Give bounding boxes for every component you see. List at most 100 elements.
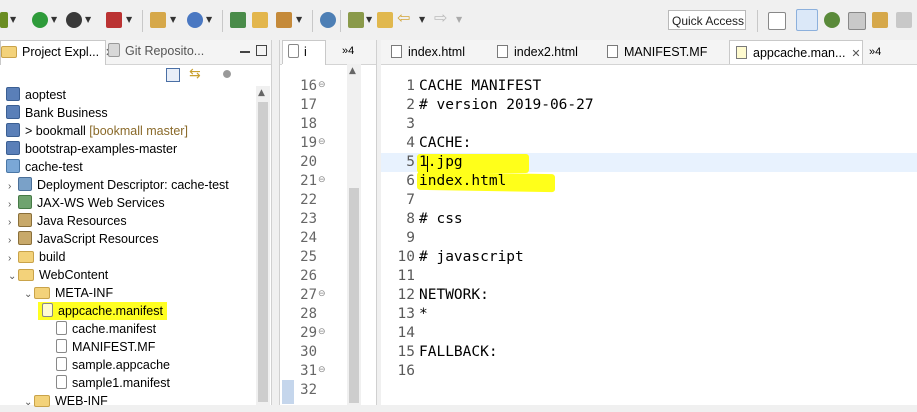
line-number: 29 <box>300 325 317 341</box>
chevron-down-icon[interactable]: ⌄ <box>8 268 18 286</box>
secondary-editor-scrollbar[interactable]: ▲ <box>347 64 361 405</box>
tab-label: index2.html <box>514 45 578 59</box>
code-line[interactable]: 1.jpg <box>419 153 463 172</box>
code-line[interactable]: CACHE: <box>419 134 471 153</box>
tree-item-appcache-manifest[interactable]: appcache.manifest <box>38 302 167 320</box>
tree-item-cache-manifest[interactable]: cache.manifest <box>56 320 156 338</box>
code-line[interactable]: # version 2019-06-27 <box>419 96 594 115</box>
tree-item-build[interactable]: › build <box>8 248 65 266</box>
chevron-down-icon[interactable]: ▼ <box>51 12 57 28</box>
code-line[interactable]: FALLBACK: <box>419 343 498 362</box>
server-icon[interactable] <box>106 12 122 28</box>
tree-item-label: cache.manifest <box>72 322 157 336</box>
fold-toggle-icon[interactable]: ⊖ <box>318 137 326 147</box>
tree-item-bookmall[interactable]: > bookmall [bookmall master] <box>6 122 188 140</box>
fold-toggle-icon[interactable]: ⊖ <box>318 365 326 375</box>
fold-toggle-icon[interactable]: ⊖ <box>318 175 326 185</box>
project-explorer-icon <box>1 46 17 58</box>
tree-item-jax-ws[interactable]: › JAX-WS Web Services <box>8 194 165 212</box>
annotation-icon[interactable] <box>348 12 364 28</box>
scrollbar-thumb[interactable] <box>349 188 359 403</box>
collapse-all-icon[interactable] <box>166 68 180 82</box>
tab-appcache-manifest[interactable]: appcache.man... ✕ <box>729 40 863 64</box>
chevron-down-icon[interactable]: ▼ <box>366 12 372 28</box>
tab-git-repositories[interactable]: Git Reposito... <box>108 40 228 64</box>
tree-item-cache-test[interactable]: cache-test <box>6 158 83 176</box>
overflow-tabs[interactable]: »4 <box>342 40 354 64</box>
git-perspective-icon[interactable] <box>848 12 866 30</box>
forward-arrow-icon[interactable]: ⇨ <box>434 10 447 26</box>
tree-item-meta-inf[interactable]: ⌄ META-INF <box>24 284 113 302</box>
last-edit-icon[interactable] <box>377 12 393 28</box>
close-icon[interactable]: ✕ <box>851 48 860 60</box>
link-with-editor-icon[interactable]: ⇆ <box>189 66 201 82</box>
line-number: 11 <box>397 268 415 284</box>
scroll-up-icon[interactable]: ▲ <box>258 88 265 98</box>
chevron-down-icon[interactable]: ▼ <box>419 12 425 28</box>
team-perspective-icon[interactable] <box>896 12 912 28</box>
code-line[interactable]: NETWORK: <box>419 286 489 305</box>
view-menu-icon[interactable] <box>220 68 234 80</box>
open-folder-icon[interactable] <box>252 12 268 28</box>
main-toolbar: ▼ ▼ ▼ ▼ ▼ ▼ ▼ ▼ ⇦ ▼ ⇨ ▼ Quick Access <box>0 0 917 40</box>
settings-dropdown-icon[interactable] <box>0 12 8 28</box>
quick-access-field[interactable]: Quick Access <box>668 10 746 30</box>
code-line[interactable]: index.html <box>419 172 506 191</box>
folder-open-icon <box>34 287 50 299</box>
tools-icon[interactable] <box>276 12 292 28</box>
chevron-down-icon[interactable]: ▼ <box>10 12 16 28</box>
tree-item-java-resources[interactable]: › Java Resources <box>8 212 127 230</box>
new-wizard-icon[interactable] <box>150 12 166 28</box>
globe-icon[interactable] <box>320 12 336 28</box>
tree-item-javascript-resources[interactable]: › JavaScript Resources <box>8 230 159 248</box>
code-line[interactable]: CACHE MANIFEST <box>419 77 541 96</box>
tree-item-manifest-mf[interactable]: MANIFEST.MF <box>56 338 155 356</box>
fold-toggle-icon[interactable]: ⊖ <box>318 80 326 90</box>
fold-toggle-icon[interactable]: ⊖ <box>318 289 326 299</box>
tree-item-bank-business[interactable]: Bank Business <box>6 104 108 122</box>
code-line[interactable]: * <box>419 305 428 324</box>
tree-item-aoptest[interactable]: aoptest <box>6 86 66 104</box>
chevron-down-icon[interactable]: ▼ <box>206 12 212 28</box>
debug-perspective-icon[interactable] <box>824 12 840 28</box>
chevron-down-icon[interactable]: ▼ <box>456 12 462 28</box>
chevron-down-icon[interactable]: ⌄ <box>24 394 34 412</box>
tab-manifest-mf[interactable]: MANIFEST.MF <box>607 40 707 64</box>
line-number: 25 <box>300 249 317 265</box>
tree-item-webcontent[interactable]: ⌄ WebContent <box>8 266 108 284</box>
code-line[interactable]: # css <box>419 210 463 229</box>
minimize-icon[interactable] <box>240 51 250 53</box>
java-perspective-icon[interactable] <box>872 12 888 28</box>
tab-index2-html[interactable]: index2.html <box>497 40 578 64</box>
debug-icon[interactable] <box>66 12 82 28</box>
tree-item-deployment-descriptor[interactable]: › Deployment Descriptor: cache-test <box>8 176 229 194</box>
chevron-down-icon[interactable]: ▼ <box>296 12 302 28</box>
tab-project-explorer[interactable]: Project Expl...✕ <box>0 40 114 65</box>
open-perspective-icon[interactable] <box>768 12 786 30</box>
highlight-marker: appcache.manifest <box>38 302 167 320</box>
maximize-icon[interactable] <box>256 45 267 56</box>
scroll-up-icon[interactable]: ▲ <box>349 66 356 76</box>
code-line[interactable]: # javascript <box>419 248 524 267</box>
chevron-down-icon[interactable]: ▼ <box>126 12 132 28</box>
java-ee-perspective-icon[interactable] <box>796 9 818 31</box>
tree-item-web-inf[interactable]: ⌄ WEB-INF <box>24 392 108 410</box>
chevron-down-icon[interactable]: ⌄ <box>24 286 34 304</box>
scrollbar-thumb[interactable] <box>258 102 268 402</box>
open-type-icon[interactable] <box>230 12 246 28</box>
explorer-scrollbar[interactable]: ▲ <box>256 86 270 405</box>
tree-item-bootstrap-examples[interactable]: bootstrap-examples-master <box>6 140 177 158</box>
tab-secondary-file[interactable]: i <box>282 40 326 65</box>
java-resources-icon <box>18 213 32 227</box>
tab-index-html[interactable]: index.html <box>391 40 465 64</box>
tab-label: index.html <box>408 45 465 59</box>
chevron-down-icon[interactable]: ▼ <box>170 12 176 28</box>
back-arrow-icon[interactable]: ⇦ <box>397 10 410 26</box>
chevron-down-icon[interactable]: ▼ <box>85 12 91 28</box>
run-icon[interactable] <box>32 12 48 28</box>
tree-item-sample-appcache[interactable]: sample.appcache <box>56 356 170 374</box>
tree-item-sample1-manifest[interactable]: sample1.manifest <box>56 374 170 392</box>
new-java-class-icon[interactable] <box>187 12 203 28</box>
fold-toggle-icon[interactable]: ⊖ <box>318 327 326 337</box>
overflow-tabs[interactable]: »4 <box>869 40 881 64</box>
